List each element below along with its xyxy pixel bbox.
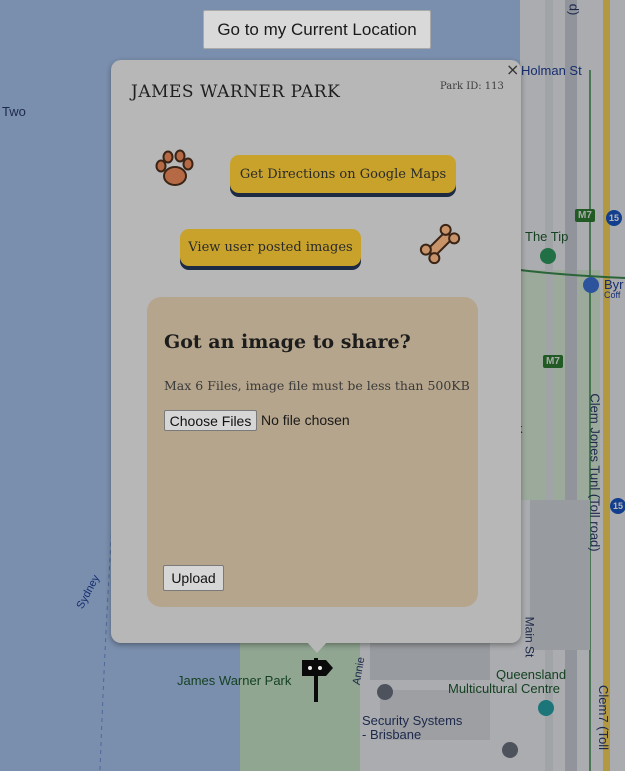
road-badge-m7: M7	[575, 209, 595, 222]
map-label-security-systems: Security Systems	[362, 713, 463, 728]
park-id-label: Park ID: 113	[440, 81, 504, 92]
map-label-coff: Coff	[604, 290, 621, 300]
current-location-button[interactable]: Go to my Current Location	[203, 10, 431, 49]
map-label-the-tip: The Tip	[525, 229, 569, 244]
map-label-d: d)	[566, 3, 582, 16]
upload-limit-note: Max 6 Files, image file must be less tha…	[164, 378, 470, 393]
choose-files-button[interactable]: Choose Files	[164, 410, 257, 431]
upload-button[interactable]: Upload	[163, 565, 224, 591]
map-label-holman-st: Holman St	[521, 63, 582, 78]
road-badge-m7: M7	[543, 355, 563, 368]
route-badge-15: 15	[606, 210, 622, 226]
park-name-heading: JAMES WARNER PARK	[131, 82, 341, 102]
map-label-james-warner-park: James Warner Park	[177, 673, 292, 688]
paw-icon	[153, 148, 197, 196]
map-label-queensland: Queensland	[496, 667, 567, 682]
signpost-icon[interactable]	[298, 654, 336, 706]
popup-pointer	[306, 641, 328, 653]
file-status-text: No file chosen	[261, 412, 350, 428]
close-icon[interactable]: ×	[506, 60, 519, 79]
map-label-brisbane: - Brisbane	[362, 727, 422, 742]
map-label-two: Two	[2, 104, 26, 119]
view-images-button[interactable]: View user posted images	[180, 229, 361, 266]
route-badge-15: 15	[610, 498, 625, 514]
share-title: Got an image to share?	[164, 331, 411, 353]
map-label-main-st: Main St	[522, 616, 537, 658]
map-label-clem7: Clem7 (Toll	[596, 684, 612, 751]
map-label-multicultural-centre: Multicultural Centre	[448, 681, 560, 696]
bone-icon	[415, 219, 465, 273]
map-label-clem-jones: Clem Jones Tunl (Toll road)	[587, 393, 603, 552]
get-directions-button[interactable]: Get Directions on Google Maps	[230, 155, 456, 193]
